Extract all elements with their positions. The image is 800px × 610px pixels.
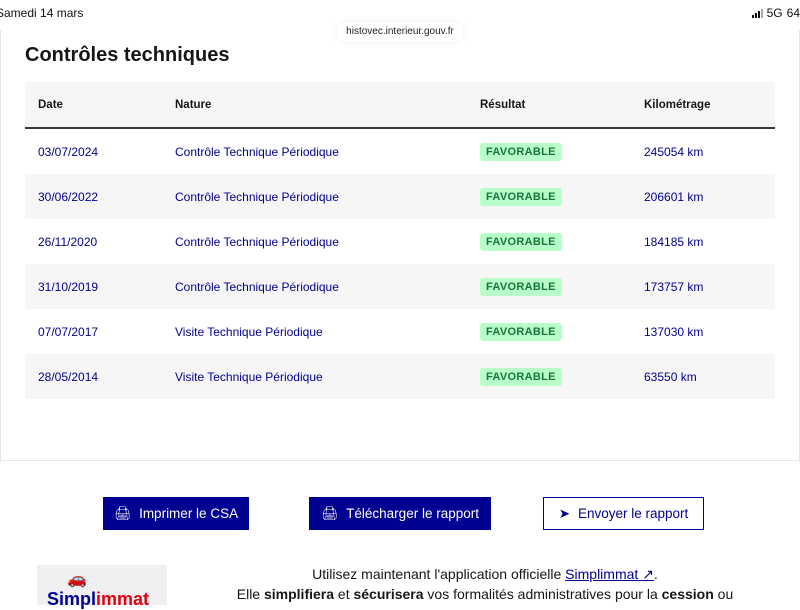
cell-nature: Contrôle Technique Périodique	[175, 279, 339, 294]
cell-km: 245054 km	[644, 144, 704, 159]
car-icon: 🚗	[67, 571, 87, 588]
download-label: Télécharger le rapport	[346, 506, 479, 521]
table-row: 28/05/2014 Visite Technique Périodique F…	[25, 354, 775, 399]
cell-nature: Contrôle Technique Périodique	[175, 189, 339, 204]
cell-km: 206601 km	[644, 189, 704, 204]
table-row: 31/10/2019 Contrôle Technique Périodique…	[25, 264, 775, 309]
table-row: 03/07/2024 Contrôle Technique Périodique…	[25, 129, 775, 174]
controls-table: Date Nature Résultat Kilométrage 03/07/2…	[25, 82, 775, 399]
table-row: 26/11/2020 Contrôle Technique Périodique…	[25, 219, 775, 264]
external-link-icon: ↗	[642, 566, 654, 582]
cell-nature: Visite Technique Périodique	[175, 369, 323, 384]
cell-km: 184185 km	[644, 234, 704, 249]
logo-text-a: Simpl	[47, 589, 97, 609]
print-csa-button[interactable]: 🖨 Imprimer le CSA	[103, 497, 249, 530]
page-title: Contrôles techniques	[25, 44, 230, 66]
promo-text-end: .	[653, 566, 658, 582]
header-date: Date	[38, 98, 63, 111]
send-arrow-icon: ➤	[558, 505, 570, 521]
result-badge: FAVORABLE	[480, 142, 562, 161]
cell-date: 07/07/2017	[38, 324, 99, 339]
simplimmat-link[interactable]: Simplimmat ↗	[565, 566, 654, 582]
cell-nature: Visite Technique Périodique	[175, 324, 323, 339]
result-badge: FAVORABLE	[480, 277, 562, 296]
send-report-button[interactable]: ➤ Envoyer le rapport	[543, 497, 704, 530]
status-date: Samedi 14 mars	[0, 6, 84, 20]
cell-nature: Contrôle Technique Périodique	[175, 234, 339, 249]
table-header: Date Nature Résultat Kilométrage	[25, 82, 775, 129]
cell-date: 28/05/2014	[38, 369, 99, 384]
cell-nature: Contrôle Technique Périodique	[175, 144, 339, 159]
network-label: 5G	[766, 6, 783, 20]
signal-icon	[751, 8, 763, 18]
cell-km: 173757 km	[644, 279, 704, 294]
header-result: Résultat	[480, 98, 526, 111]
simplimmat-logo: 🚗 Simplimmat	[37, 565, 167, 609]
table-row: 30/06/2022 Contrôle Technique Périodique…	[25, 174, 775, 219]
printer-icon: 🖨	[321, 505, 339, 521]
promo-text: Utilisez maintenant l'application offici…	[312, 566, 566, 582]
result-badge: FAVORABLE	[480, 367, 562, 386]
logo-text-b: immat	[96, 589, 150, 609]
cell-km: 137030 km	[644, 324, 704, 339]
promo-line-1: Utilisez maintenant l'application offici…	[200, 566, 770, 583]
header-nature: Nature	[175, 98, 212, 111]
result-badge: FAVORABLE	[480, 232, 562, 251]
header-km: Kilométrage	[644, 98, 711, 111]
send-label: Envoyer le rapport	[578, 506, 689, 521]
printer-icon: 🖨	[113, 505, 132, 521]
cell-date: 30/06/2022	[38, 189, 99, 204]
result-badge: FAVORABLE	[480, 187, 562, 206]
download-report-button[interactable]: 🖨 Télécharger le rapport	[309, 497, 491, 530]
cell-date: 31/10/2019	[38, 279, 99, 294]
simplimmat-link-label: Simplimmat	[565, 566, 639, 582]
cell-km: 63550 km	[644, 369, 697, 384]
table-row: 07/07/2017 Visite Technique Périodique F…	[25, 309, 775, 354]
battery-label: 64	[786, 6, 800, 20]
cell-date: 03/07/2024	[38, 144, 99, 159]
result-badge: FAVORABLE	[480, 322, 562, 341]
status-indicators: 5G 64	[751, 6, 800, 20]
print-label: Imprimer le CSA	[139, 506, 239, 521]
cell-date: 26/11/2020	[38, 234, 98, 249]
